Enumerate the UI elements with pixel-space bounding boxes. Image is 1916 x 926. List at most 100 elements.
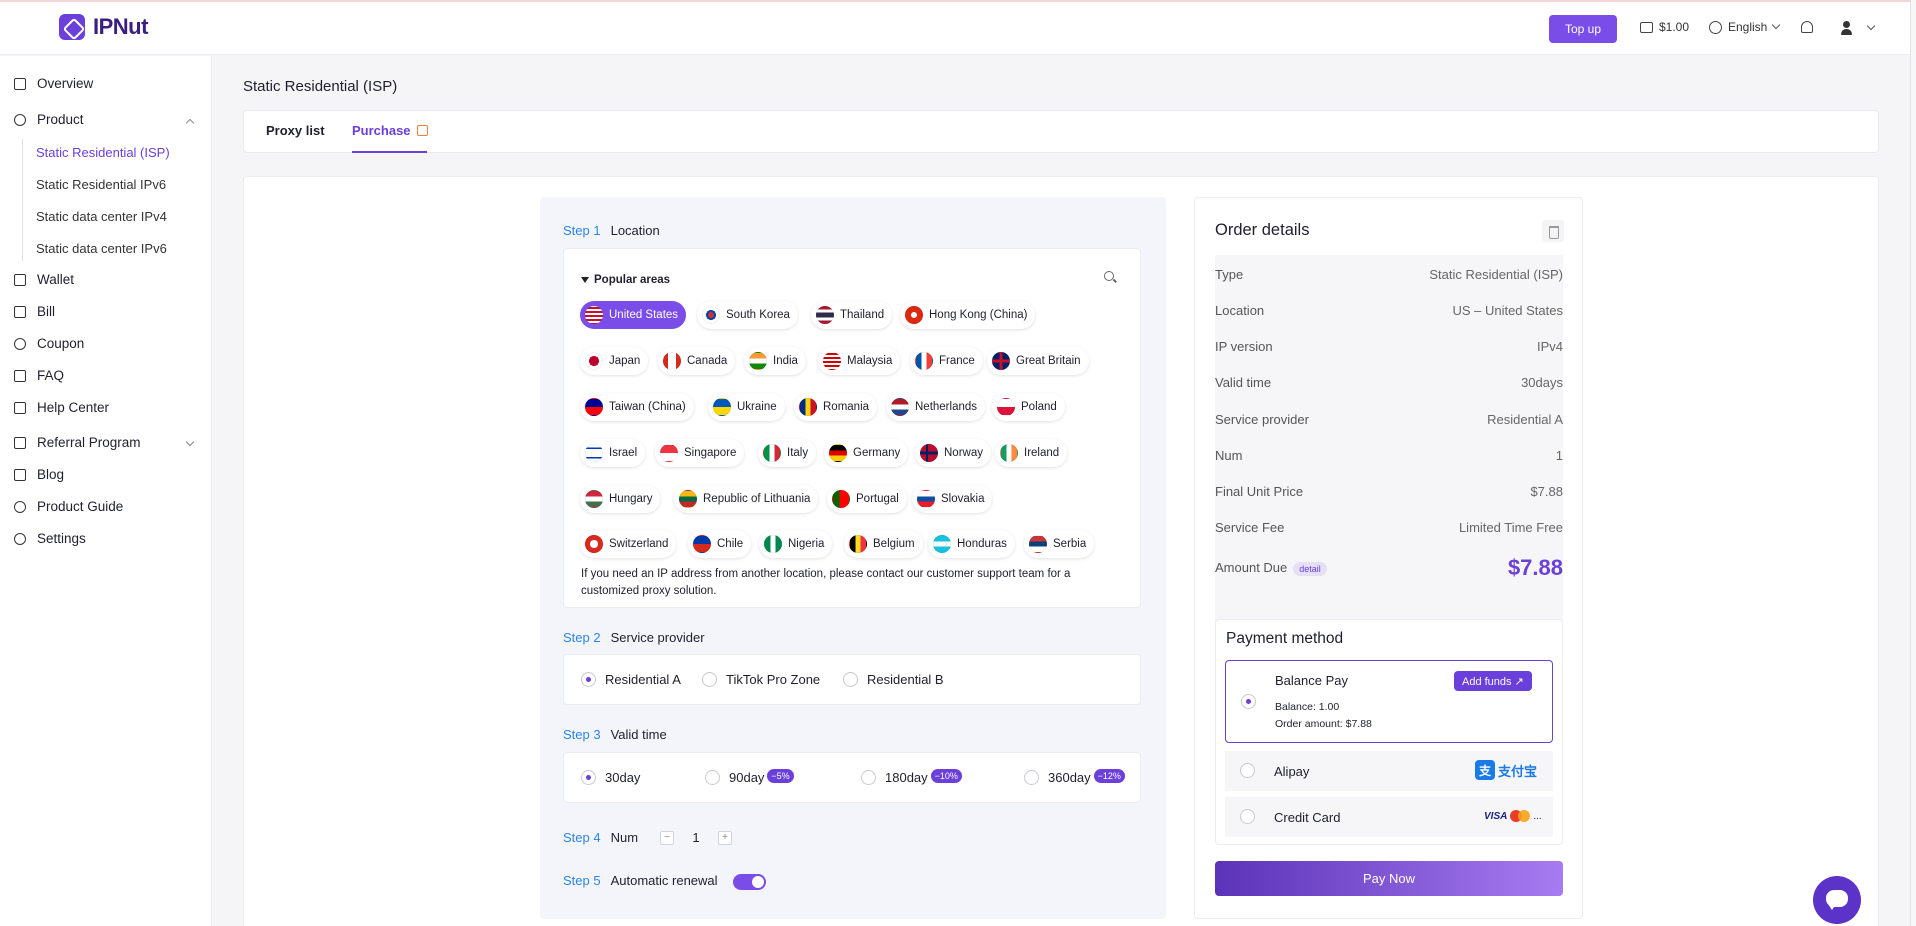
- nl-flag-icon: [891, 398, 909, 416]
- country-chip-norway[interactable]: Norway: [915, 439, 991, 467]
- country-chip-ireland[interactable]: Ireland: [995, 439, 1068, 467]
- notifications-button[interactable]: [1801, 21, 1813, 33]
- payment-option-credit-card[interactable]: Credit Card VISA ...: [1225, 797, 1553, 837]
- popular-areas-toggle[interactable]: Popular areas: [581, 274, 670, 286]
- sidebar-item-referral-program[interactable]: Referral Program: [14, 435, 141, 450]
- chat-support-button[interactable]: [1813, 876, 1861, 924]
- country-chip-japan[interactable]: Japan: [580, 347, 649, 375]
- provider-tiktok-pro-zone[interactable]: TikTok Pro Zone: [702, 672, 820, 687]
- decrement-button[interactable]: −: [660, 830, 674, 845]
- payment-option-balance[interactable]: Balance Pay Add funds ↗ Balance: 1.00 Or…: [1225, 660, 1553, 743]
- country-chip-switzerland[interactable]: Switzerland: [580, 530, 677, 558]
- sidebar-item-label: Settings: [37, 531, 86, 546]
- scrollbar[interactable]: [1910, 0, 1916, 926]
- top-up-button[interactable]: Top up: [1549, 15, 1617, 43]
- country-chip-hong-kong[interactable]: Hong Kong (China): [900, 301, 1036, 329]
- sidebar-item-help-center[interactable]: Help Center: [14, 400, 109, 415]
- country-chip-france[interactable]: France: [910, 347, 983, 375]
- valid-time-30day[interactable]: 30day: [581, 770, 640, 785]
- valid-time-180day[interactable]: 180day −10%: [861, 768, 962, 785]
- country-chip-ukraine[interactable]: Ukraine: [708, 393, 785, 421]
- lt-flag-icon: [679, 490, 697, 508]
- country-chip-portugal[interactable]: Portugal: [827, 485, 907, 513]
- country-chip-poland[interactable]: Poland: [992, 393, 1065, 421]
- provider-residential-a[interactable]: Residential A: [581, 672, 681, 687]
- country-label: Singapore: [684, 447, 737, 459]
- language-selector[interactable]: English: [1709, 20, 1781, 34]
- sidebar-item-wallet[interactable]: Wallet: [14, 272, 74, 287]
- sidebar-item-settings[interactable]: Settings: [14, 531, 86, 546]
- valid-time-90day[interactable]: 90day −5%: [705, 768, 794, 785]
- chevron-up-icon[interactable]: [185, 118, 195, 128]
- alipay-label: Alipay: [1274, 764, 1310, 779]
- country-label: Ireland: [1024, 447, 1060, 459]
- order-row-num: Num 1: [1215, 448, 1563, 463]
- country-chip-great-britain[interactable]: Great Britain: [987, 347, 1089, 375]
- country-chip-slovakia[interactable]: Slovakia: [912, 485, 993, 513]
- globe-icon: [1709, 20, 1722, 34]
- country-chip-nigeria[interactable]: Nigeria: [759, 530, 833, 558]
- sidebar-item-overview[interactable]: Overview: [14, 76, 93, 91]
- country-chip-thailand[interactable]: Thailand: [811, 301, 893, 329]
- provider-residential-b[interactable]: Residential B: [843, 672, 944, 687]
- country-chip-romania[interactable]: Romania: [794, 393, 878, 421]
- sidebar-item-product-guide[interactable]: Product Guide: [14, 499, 123, 514]
- sidebar-subitem-static-residential-ipv6[interactable]: Static Residential IPv6: [36, 177, 166, 192]
- country-chip-italy[interactable]: Italy: [758, 439, 817, 467]
- country-chip-canada[interactable]: Canada: [658, 347, 736, 375]
- detail-badge[interactable]: detail: [1293, 562, 1327, 576]
- country-chip-malaysia[interactable]: Malaysia: [818, 347, 901, 375]
- sidebar-item-label: Coupon: [37, 336, 85, 351]
- payment-option-alipay[interactable]: Alipay 支 支付宝: [1225, 751, 1553, 791]
- sidebar-subitem-static-residential-isp[interactable]: Static Residential (ISP): [36, 145, 170, 160]
- sidebar-subitem-datacenter-ipv6[interactable]: Static data center IPv6: [36, 241, 167, 256]
- country-chip-honduras[interactable]: Honduras: [928, 530, 1015, 558]
- pay-now-button[interactable]: Pay Now: [1215, 861, 1563, 896]
- country-chip-israel[interactable]: Israel: [580, 439, 646, 467]
- order-key: Final Unit Price: [1215, 484, 1304, 499]
- country-chip-india[interactable]: India: [744, 347, 806, 375]
- country-chip-chile[interactable]: Chile: [688, 530, 752, 558]
- wallet-icon: [14, 273, 26, 286]
- valid-time-360day[interactable]: 360day −12%: [1024, 768, 1125, 785]
- sidebar-item-blog[interactable]: Blog: [14, 467, 64, 482]
- country-chip-belgium[interactable]: Belgium: [844, 530, 923, 558]
- kr-flag-icon: [702, 306, 720, 324]
- valid-time-label: 360day: [1048, 770, 1091, 785]
- sidebar-item-faq[interactable]: FAQ: [14, 368, 64, 383]
- increment-button[interactable]: +: [718, 830, 732, 845]
- sidebar-item-bill[interactable]: Bill: [14, 304, 55, 319]
- country-chip-singapore[interactable]: Singapore: [655, 439, 745, 467]
- country-chip-south-korea[interactable]: South Korea: [697, 301, 798, 329]
- search-icon[interactable]: [1104, 271, 1114, 281]
- quantity-value[interactable]: 1: [686, 830, 706, 845]
- wallet-balance[interactable]: $1.00: [1640, 20, 1689, 34]
- country-chip-serbia[interactable]: Serbia: [1024, 530, 1095, 558]
- tw-flag-icon: [585, 398, 603, 416]
- order-row-unit-price: Final Unit Price $7.88: [1215, 484, 1563, 499]
- sk-flag-icon: [917, 490, 935, 508]
- trash-icon[interactable]: [1542, 220, 1564, 242]
- provider-label: Residential A: [605, 672, 681, 687]
- user-menu[interactable]: [1838, 19, 1876, 37]
- chevron-down-icon[interactable]: [185, 437, 195, 447]
- country-chip-hungary[interactable]: Hungary: [580, 485, 661, 513]
- logo[interactable]: IPNut: [59, 14, 148, 40]
- us-flag-icon: [585, 306, 603, 324]
- country-chip-germany[interactable]: Germany: [824, 439, 909, 467]
- tab-purchase[interactable]: Purchase: [352, 123, 428, 138]
- country-label: Slovakia: [941, 493, 985, 505]
- sidebar-subitem-datacenter-ipv4[interactable]: Static data center IPv4: [36, 209, 167, 224]
- sidebar-item-product[interactable]: Product: [14, 112, 84, 127]
- tab-proxy-list[interactable]: Proxy list: [266, 123, 325, 138]
- add-funds-button[interactable]: Add funds ↗: [1454, 671, 1532, 691]
- sidebar-item-coupon[interactable]: Coupon: [14, 336, 84, 351]
- tabs-bar: Proxy list Purchase: [243, 110, 1879, 153]
- country-chip-lithuania[interactable]: Republic of Lithuania: [674, 485, 819, 513]
- country-chip-taiwan[interactable]: Taiwan (China): [580, 393, 694, 421]
- country-chip-netherlands[interactable]: Netherlands: [886, 393, 986, 421]
- gb-flag-icon: [992, 352, 1010, 370]
- country-chip-united-states[interactable]: United States: [580, 301, 687, 329]
- auto-renewal-toggle[interactable]: [733, 874, 766, 890]
- step-4-header: Step 4 Num: [563, 830, 638, 845]
